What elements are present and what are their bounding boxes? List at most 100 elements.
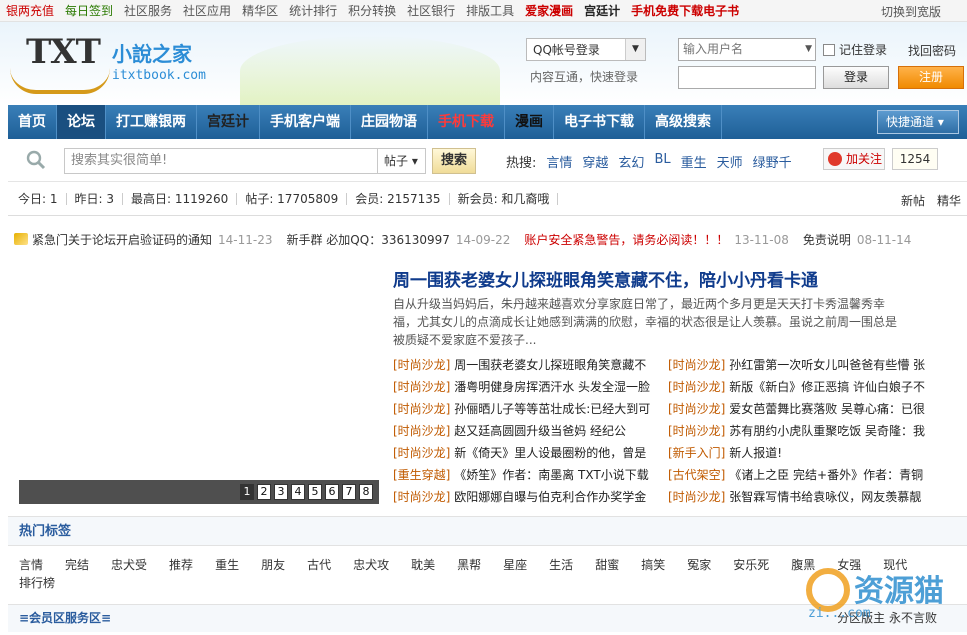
- hot-word-link[interactable]: 玄幻: [618, 152, 644, 171]
- list-item[interactable]: [时尚沙龙] 潘粤明健身房挥洒汗水 头发全湿一脸: [393, 376, 658, 398]
- stats-link[interactable]: 新帖: [901, 192, 925, 209]
- slider-page-button[interactable]: 6: [325, 484, 339, 500]
- topic-category[interactable]: [时尚沙龙]: [393, 358, 450, 372]
- topic-category[interactable]: [时尚沙龙]: [668, 424, 725, 438]
- feature-headline[interactable]: 周一围获老婆女儿探班眼角笑意藏不住，陪小小丹看卡通: [393, 266, 818, 291]
- list-item[interactable]: [时尚沙龙] 苏有朋约小虎队重聚吃饭 吴奇隆：我: [668, 420, 933, 442]
- remember-checkbox[interactable]: [823, 43, 835, 56]
- tag-link[interactable]: 忠犬受: [111, 556, 147, 574]
- topic-title[interactable]: 潘粤明健身房挥洒汗水 头发全湿一脸: [454, 380, 650, 394]
- stats-link[interactable]: 精华: [937, 192, 961, 209]
- hot-word-link[interactable]: 言情: [546, 152, 572, 171]
- slider-page-button[interactable]: 2: [257, 484, 271, 500]
- slider-page-button[interactable]: 7: [342, 484, 356, 500]
- nav-item[interactable]: 漫画: [505, 105, 554, 139]
- tag-link[interactable]: 忠犬攻: [353, 556, 389, 574]
- list-item[interactable]: [时尚沙龙] 张智霖写情书给袁咏仪，网友羡慕靓: [668, 486, 933, 508]
- slider-page-button[interactable]: 8: [359, 484, 373, 500]
- topic-title[interactable]: 张智霖写情书给袁咏仪，网友羡慕靓: [729, 490, 921, 504]
- nav-item[interactable]: 手机下载: [428, 105, 505, 139]
- topic-category[interactable]: [时尚沙龙]: [668, 402, 725, 416]
- topic-title[interactable]: 《娇笙》作者：南墨离 TXT小说下载: [454, 468, 649, 482]
- find-password-link[interactable]: 找回密码: [908, 42, 956, 59]
- topic-title[interactable]: 《诸上之臣 完结+番外》作者：青铜: [729, 468, 923, 482]
- tag-link[interactable]: 甜蜜: [595, 556, 619, 574]
- list-item[interactable]: [时尚沙龙] 孙俪晒儿子等等茁壮成长:已经大到可: [393, 398, 658, 420]
- top-link[interactable]: 社区服务: [124, 2, 172, 19]
- topic-title[interactable]: 周一围获老婆女儿探班眼角笑意藏不: [454, 358, 646, 372]
- image-slider[interactable]: 12345678: [19, 258, 379, 504]
- topic-category[interactable]: [新手入门]: [668, 446, 725, 460]
- username-input[interactable]: 输入用户名 ▼: [678, 38, 816, 61]
- list-item[interactable]: [时尚沙龙] 赵又廷高圆圆升级当爸妈 经纪公: [393, 420, 658, 442]
- slider-page-button[interactable]: 5: [308, 484, 322, 500]
- list-item[interactable]: [时尚沙龙] 周一围获老婆女儿探班眼角笑意藏不: [393, 354, 658, 376]
- login-button[interactable]: 登录: [823, 66, 889, 89]
- topic-category[interactable]: [时尚沙龙]: [668, 490, 725, 504]
- topic-category[interactable]: [时尚沙龙]: [668, 380, 725, 394]
- nav-item[interactable]: 手机客户端: [260, 105, 351, 139]
- password-input[interactable]: [678, 66, 816, 89]
- nav-item[interactable]: 首页: [8, 105, 57, 139]
- topic-category[interactable]: [时尚沙龙]: [393, 402, 450, 416]
- list-item[interactable]: [时尚沙龙] 新版《新白》修正恶搞 许仙白娘子不: [668, 376, 933, 398]
- search-button[interactable]: 搜索: [432, 148, 476, 174]
- topic-category[interactable]: [古代架空]: [668, 468, 725, 482]
- list-item[interactable]: [新手入门] 新人报道!: [668, 442, 933, 464]
- top-link[interactable]: 手机免费下载电子书: [631, 2, 739, 19]
- tag-link[interactable]: 黑帮: [457, 556, 481, 574]
- topic-category[interactable]: [时尚沙龙]: [393, 424, 450, 438]
- topic-title[interactable]: 赵又廷高圆圆升级当爸妈 经纪公: [454, 424, 626, 438]
- tag-link[interactable]: 生活: [549, 556, 573, 574]
- slider-page-button[interactable]: 1: [240, 484, 254, 500]
- hot-word-link[interactable]: 绿野千: [753, 152, 792, 171]
- top-link[interactable]: 统计排行: [289, 2, 337, 19]
- list-item[interactable]: [时尚沙龙] 孙红雷第一次听女儿叫爸爸有些懵 张: [668, 354, 933, 376]
- nav-item[interactable]: 高级搜索: [645, 105, 722, 139]
- notice-item[interactable]: 免责说明 08-11-14: [803, 231, 911, 248]
- notice-item[interactable]: 新手群 必加QQ：336130997 14-09-22: [286, 231, 510, 248]
- hot-word-link[interactable]: BL: [654, 152, 670, 171]
- slider-page-button[interactable]: 3: [274, 484, 288, 500]
- list-item[interactable]: [重生穿越] 《娇笙》作者：南墨离 TXT小说下载: [393, 464, 658, 486]
- search-type-select[interactable]: 帖子 ▾: [378, 148, 426, 174]
- tag-link[interactable]: 星座: [503, 556, 527, 574]
- topic-title[interactable]: 爱女芭蕾舞比赛落败 吴尊心痛：已很: [729, 402, 925, 416]
- qq-login-select[interactable]: QQ帐号登录 ▼: [526, 38, 646, 61]
- tag-link[interactable]: 冤家: [687, 556, 711, 574]
- site-logo[interactable]: TXT 小說之家 itxtbook.com: [8, 26, 210, 98]
- hot-word-link[interactable]: 天师: [717, 152, 743, 171]
- topic-title[interactable]: 新版《新白》修正恶搞 许仙白娘子不: [729, 380, 925, 394]
- list-item[interactable]: [时尚沙龙] 欧阳娜娜自曝与伯克利合作办奖学金: [393, 486, 658, 508]
- topic-title[interactable]: 新《倚天》里人设最圈粉的他，曾是: [454, 446, 646, 460]
- quick-access-button[interactable]: 快捷通道 ▾: [877, 110, 959, 134]
- nav-item[interactable]: 论坛: [57, 105, 106, 139]
- top-link[interactable]: 社区银行: [407, 2, 455, 19]
- nav-item[interactable]: 电子书下载: [554, 105, 645, 139]
- hot-word-link[interactable]: 重生: [681, 152, 707, 171]
- top-link[interactable]: 社区应用: [183, 2, 231, 19]
- list-item[interactable]: [时尚沙龙] 新《倚天》里人设最圈粉的他，曾是: [393, 442, 658, 464]
- tag-link[interactable]: 安乐死: [733, 556, 769, 574]
- tag-link[interactable]: 朋友: [261, 556, 285, 574]
- topic-category[interactable]: [时尚沙龙]: [393, 446, 450, 460]
- tag-link[interactable]: 言情: [19, 556, 43, 574]
- top-link[interactable]: 积分转换: [348, 2, 396, 19]
- topic-title[interactable]: 苏有朋约小虎队重聚吃饭 吴奇隆：我: [729, 424, 925, 438]
- search-input[interactable]: 搜索其实很简单!: [64, 148, 378, 174]
- notice-item[interactable]: 紧急门关于论坛开启验证码的通知 14-11-23: [32, 231, 272, 248]
- top-link[interactable]: 爱家漫画: [525, 2, 573, 19]
- topic-title[interactable]: 欧阳娜娜自曝与伯克利合作办奖学金: [454, 490, 646, 504]
- nav-item[interactable]: 打工赚银两: [106, 105, 197, 139]
- register-button[interactable]: 注册: [898, 66, 964, 89]
- tag-link[interactable]: 古代: [307, 556, 331, 574]
- remember-login[interactable]: 记住登录: [823, 41, 887, 58]
- topic-category[interactable]: [时尚沙龙]: [393, 490, 450, 504]
- topic-title[interactable]: 孙俪晒儿子等等茁壮成长:已经大到可: [454, 402, 650, 416]
- service-title[interactable]: ≡会员区服务区≡: [19, 611, 111, 625]
- slider-page-button[interactable]: 4: [291, 484, 305, 500]
- tag-link[interactable]: 搞笑: [641, 556, 665, 574]
- hot-word-link[interactable]: 穿越: [582, 152, 608, 171]
- list-item[interactable]: [时尚沙龙] 爱女芭蕾舞比赛落败 吴尊心痛：已很: [668, 398, 933, 420]
- topic-category[interactable]: [时尚沙龙]: [668, 358, 725, 372]
